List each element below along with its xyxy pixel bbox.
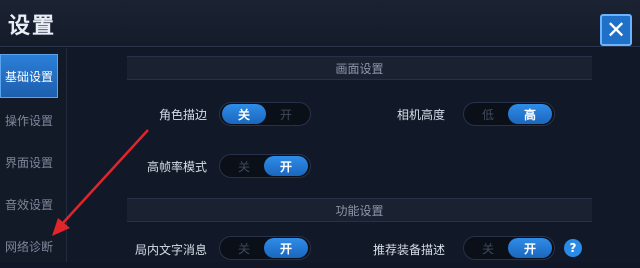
annotation-arrow-icon — [52, 129, 149, 236]
